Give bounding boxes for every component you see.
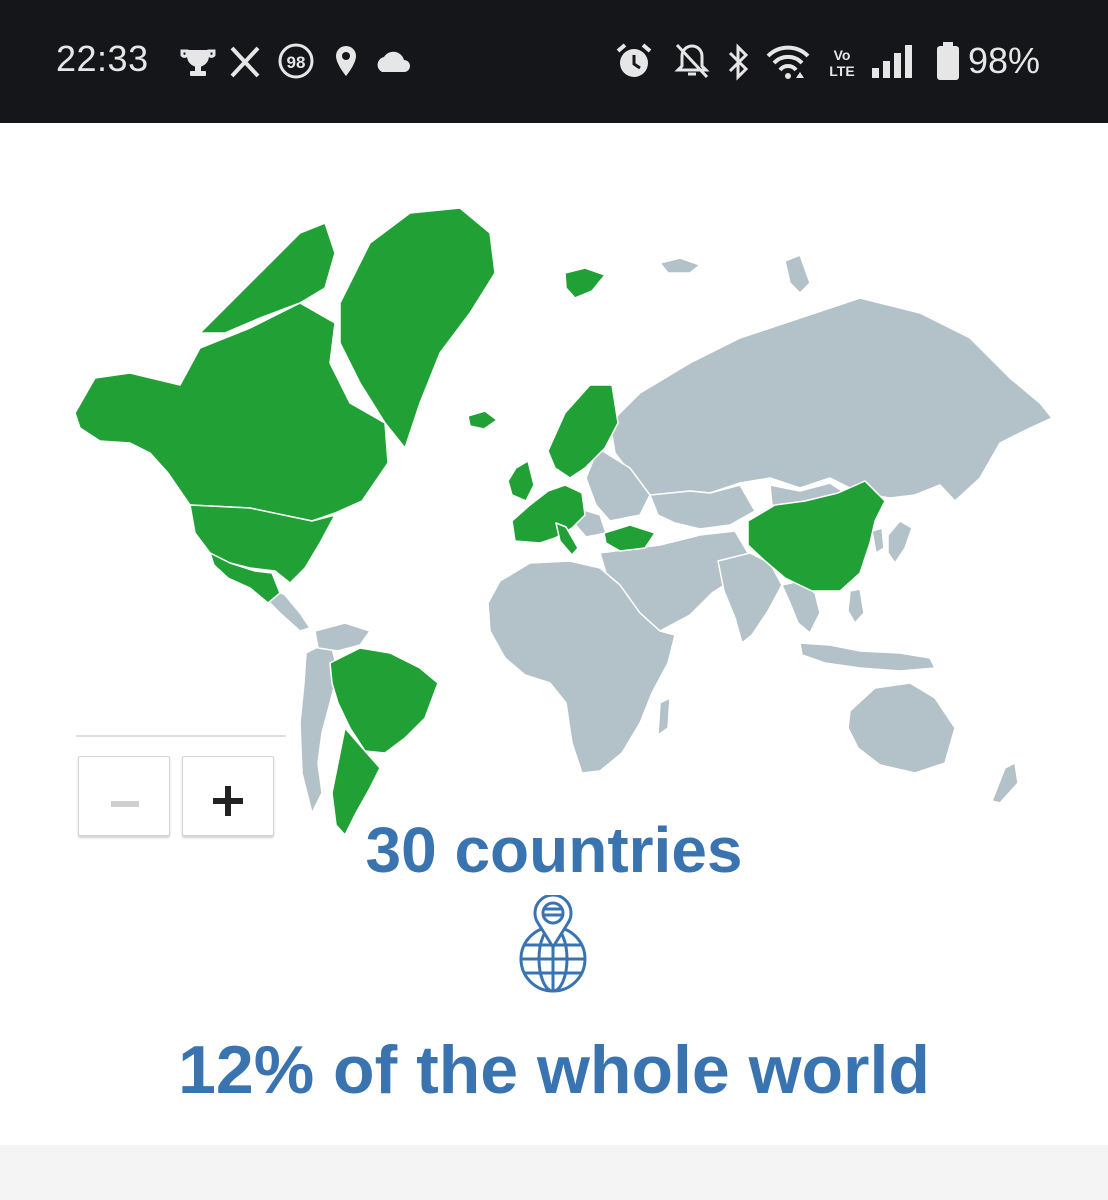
japan-region[interactable] (887, 520, 913, 564)
madagascar-region[interactable] (657, 697, 671, 736)
svg-text:LTE: LTE (829, 63, 854, 79)
philippines-region[interactable] (847, 588, 865, 624)
battery-icon (937, 42, 959, 80)
russia-region[interactable] (609, 297, 1053, 502)
svg-text:98: 98 (287, 53, 306, 72)
bell-off-icon (674, 43, 710, 79)
indonesia-region[interactable] (799, 642, 936, 672)
volte-icon: Vo LTE (829, 47, 854, 79)
cloud-icon (377, 51, 410, 72)
alarm-icon (616, 43, 652, 77)
iceland-region[interactable] (467, 410, 498, 430)
signal-icon (872, 45, 912, 78)
status-time: 22:33 (56, 38, 149, 79)
location-pin-icon (336, 46, 356, 76)
australia-region[interactable] (847, 682, 956, 774)
badge-98-icon: 98 (278, 43, 314, 79)
arctic-islands-region[interactable] (659, 254, 811, 294)
trophy-icon (180, 49, 216, 76)
globe-location-icon (519, 895, 587, 993)
new-zealand-region[interactable] (991, 762, 1019, 804)
northern-south-america-region[interactable] (314, 622, 371, 652)
world-share: 12% of the whole world (178, 1032, 930, 1108)
svg-text:Vo: Vo (834, 47, 851, 63)
countries-count: 30 countries (365, 814, 743, 886)
bluetooth-icon (728, 43, 749, 81)
svalbard-region[interactable] (564, 267, 606, 299)
wifi-icon (766, 45, 810, 79)
page-footer-strip (0, 1145, 1108, 1200)
uk-ireland-region[interactable] (507, 460, 535, 502)
italy-region[interactable] (555, 522, 579, 556)
zoom-divider (76, 735, 286, 737)
status-bar: 22:33 98 Vo LTE 98% (0, 0, 1108, 123)
korea-region[interactable] (871, 527, 885, 554)
battery-percent: 98% (968, 40, 1041, 81)
x-icon (230, 46, 260, 78)
visited-countries-widget: 30 countries 12% of the whole world (0, 123, 1108, 1145)
